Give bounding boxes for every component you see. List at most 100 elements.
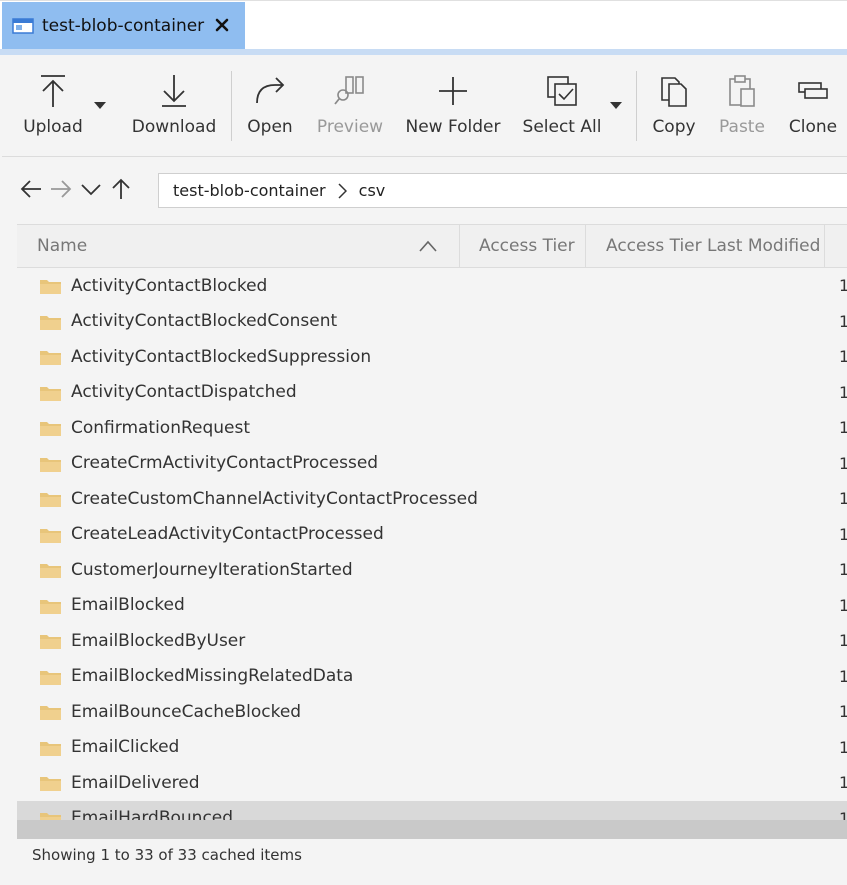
table-row[interactable]: ConfirmationRequest 1 [17,410,847,446]
column-name[interactable]: Name [37,225,457,267]
table-row[interactable]: CustomerJourneyIterationStarted 1 [17,552,847,588]
upload-button[interactable]: Upload [16,55,90,155]
row-trailing-value: 1 [839,560,847,580]
plus-icon [437,73,469,109]
table-header: Name Access Tier Access Tier Last Modifi… [17,224,847,268]
breadcrumb-container[interactable]: test-blob-container [173,181,326,200]
table-row[interactable]: CreateCrmActivityContactProcessed 1 [17,446,847,482]
row-trailing-value: 1 [839,418,847,438]
folder-icon [40,811,61,820]
column-access-tier[interactable]: Access Tier [479,225,575,267]
folder-icon [40,349,61,365]
download-icon [159,73,189,109]
row-trailing-value: 1 [839,737,847,757]
row-trailing-value: 1 [839,702,847,722]
tab-bar: test-blob-container [0,0,847,52]
table-row[interactable]: EmailClicked 1 [17,730,847,766]
row-name: EmailBounceCacheBlocked [71,701,302,722]
recent-locations-chevron-icon[interactable] [78,176,104,202]
forward-arrow-icon[interactable] [48,176,74,202]
paste-button[interactable]: Paste [714,55,770,155]
table-row[interactable]: EmailHardBounced 1 [17,800,847,820]
row-name: EmailDelivered [71,772,200,793]
row-trailing-value: 1 [839,453,847,473]
row-trailing-value: 1 [839,773,847,793]
preview-icon [334,73,366,109]
table-row[interactable]: EmailBlockedMissingRelatedData 1 [17,659,847,695]
row-trailing-value: 1 [839,382,847,402]
folder-icon [40,740,61,756]
breadcrumb-folder[interactable]: csv [359,181,386,200]
row-trailing-value: 1 [839,631,847,651]
folder-icon [40,704,61,720]
table-row[interactable]: EmailDelivered 1 [17,765,847,801]
row-trailing-value: 1 [839,489,847,509]
copy-icon [659,73,689,109]
table-row[interactable]: EmailBounceCacheBlocked 1 [17,694,847,730]
tab-title: test-blob-container [42,16,205,36]
select-all-button[interactable]: Select All [520,55,604,155]
open-button[interactable]: Open [242,55,298,155]
upload-icon [38,73,68,109]
new-folder-button[interactable]: New Folder [404,55,502,155]
container-icon [12,18,34,34]
folder-icon [40,491,61,507]
open-arrow-icon [253,73,287,109]
select-all-dropdown-icon[interactable] [610,102,622,109]
folder-icon [40,456,61,472]
breadcrumb-chevron-icon [338,182,347,199]
folder-icon [40,598,61,614]
folder-icon [40,633,61,649]
paste-icon [727,73,757,109]
preview-button[interactable]: Preview [314,55,386,155]
column-access-tier-last-modified[interactable]: Access Tier Last Modified [606,225,820,267]
toolbar-separator [231,71,232,141]
table-row[interactable]: EmailBlocked 1 [17,588,847,624]
folder-icon [40,314,61,330]
row-trailing-value: 1 [839,347,847,367]
toolbar-separator [636,71,637,141]
row-name: EmailBlockedByUser [71,630,246,651]
row-name: ActivityContactBlockedSuppression [71,346,372,367]
table-row[interactable]: CreateLeadActivityContactProcessed 1 [17,517,847,553]
row-name: EmailClicked [71,737,180,758]
row-trailing-value: 1 [839,595,847,615]
table-row[interactable]: ActivityContactDispatched 1 [17,375,847,411]
row-trailing-value: 1 [839,276,847,296]
tab-test-blob-container[interactable]: test-blob-container [2,2,245,50]
file-list: ActivityContactBlocked 1 ActivityContactBl… [17,268,847,820]
row-trailing-value: 1 [839,666,847,686]
copy-button[interactable]: Copy [646,55,702,155]
clone-button[interactable]: Clone [784,55,842,155]
toolbar: Upload Download Open Preview New Folder … [2,55,847,157]
download-button[interactable]: Download [128,55,220,155]
row-trailing-value: 1 [839,311,847,331]
row-name: ActivityContactDispatched [71,382,297,403]
table-row[interactable]: EmailBlockedByUser 1 [17,623,847,659]
clone-icon [797,73,829,109]
row-name: EmailBlockedMissingRelatedData [71,666,354,687]
select-all-icon [546,73,578,109]
up-arrow-icon[interactable] [108,176,134,202]
folder-icon [40,420,61,436]
table-row[interactable]: ActivityContactBlockedSuppression 1 [17,339,847,375]
close-icon[interactable] [212,15,232,35]
row-name: EmailBlocked [71,595,185,616]
upload-dropdown-icon[interactable] [94,102,106,109]
sort-ascending-icon[interactable] [418,238,438,257]
table-row[interactable]: ActivityContactBlockedConsent 1 [17,304,847,340]
folder-icon [40,775,61,791]
row-name: CreateCrmActivityContactProcessed [71,453,379,474]
row-name: ConfirmationRequest [71,417,251,438]
row-name: ActivityContactBlockedConsent [71,311,338,332]
table-row[interactable]: ActivityContactBlocked 1 [17,268,847,304]
table-row[interactable]: CreateCustomChannelActivityContactProces… [17,481,847,517]
horizontal-scrollbar[interactable] [17,820,847,839]
folder-icon [40,527,61,543]
address-bar[interactable]: test-blob-container csv [158,173,847,208]
back-arrow-icon[interactable] [18,176,44,202]
row-name: CreateCustomChannelActivityContactProces… [71,488,478,509]
folder-icon [40,385,61,401]
folder-icon [40,669,61,685]
folder-icon [40,278,61,294]
